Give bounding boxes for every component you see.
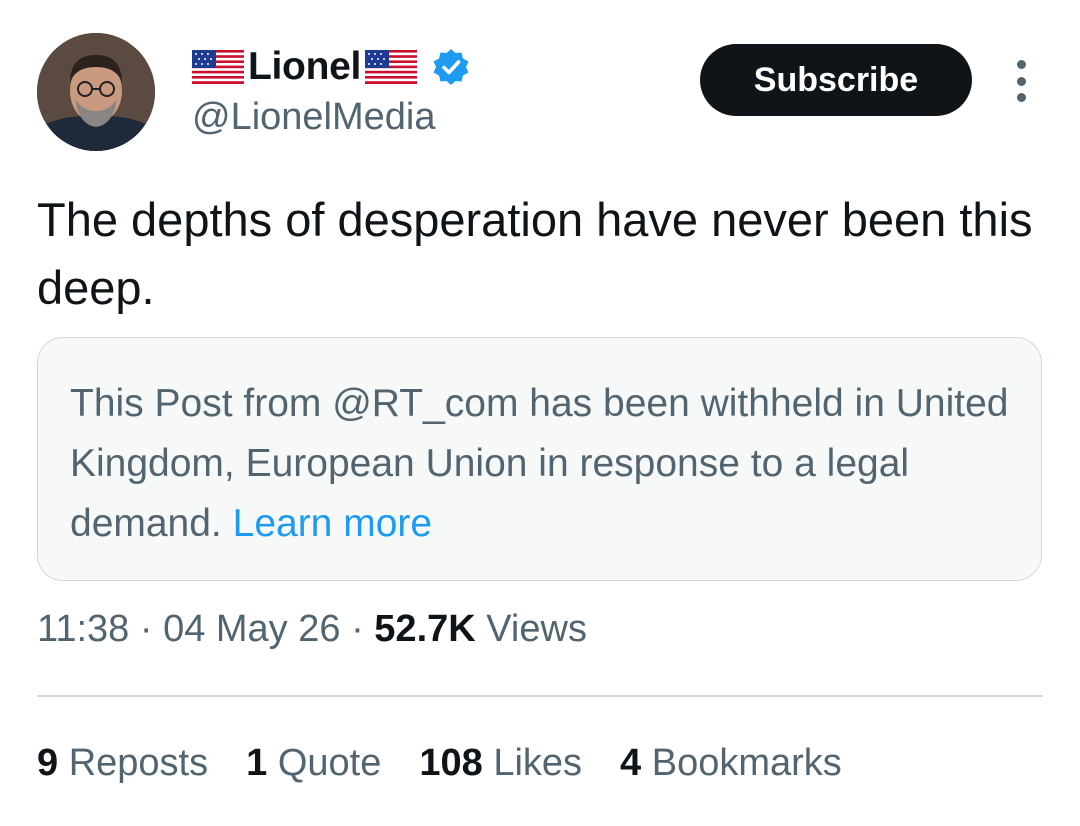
engagement-stats: 9 Reposts 1 Quote 108 Likes 4 Bookmarks xyxy=(37,742,842,785)
quote-stat[interactable]: 1 Quote xyxy=(246,742,381,785)
tweet-text: The depths of desperation have never bee… xyxy=(37,193,1033,314)
verified-badge-icon[interactable] xyxy=(431,47,471,87)
bookmarks-count: 4 xyxy=(620,742,642,784)
meta-separator: · xyxy=(139,608,153,650)
reposts-count: 9 xyxy=(37,742,59,784)
withheld-notice: This Post from @RT_com has been withheld… xyxy=(70,374,1009,554)
learn-more-link[interactable]: Learn more xyxy=(233,502,432,545)
tweet-time[interactable]: 11:38 xyxy=(37,608,129,650)
views-count: 52.7K xyxy=(374,608,476,650)
bookmarks-stat[interactable]: 4 Bookmarks xyxy=(620,742,842,785)
meta-separator: · xyxy=(351,608,364,650)
divider xyxy=(37,695,1043,697)
subscribe-button[interactable]: Subscribe xyxy=(700,44,972,116)
author-handle[interactable]: @LionelMedia xyxy=(192,96,436,139)
quote-count: 1 xyxy=(246,742,268,784)
more-dot xyxy=(1016,93,1026,102)
author-display-name[interactable]: Lionel xyxy=(248,45,361,89)
withheld-notice-card: This Post from @RT_com has been withheld… xyxy=(37,337,1042,581)
tweet-meta: 11:38 · 04 May 26 · 52.7K Views xyxy=(37,608,587,651)
tweet-date[interactable]: 04 May 26 xyxy=(163,608,340,650)
more-dot xyxy=(1016,60,1026,69)
quote-label: Quote xyxy=(277,742,382,784)
reposts-stat[interactable]: 9 Reposts xyxy=(37,742,208,785)
withheld-notice-text: This Post from @RT_com has been withheld… xyxy=(70,382,1009,545)
more-vertical-icon[interactable] xyxy=(1008,60,1034,102)
us-flag-icon xyxy=(192,50,244,84)
likes-label: Likes xyxy=(493,742,583,784)
views-label: Views xyxy=(486,608,587,650)
author-name-row[interactable]: Lionel xyxy=(192,42,471,92)
reposts-label: Reposts xyxy=(68,742,209,784)
us-flag-icon xyxy=(365,50,418,84)
likes-count: 108 xyxy=(419,742,483,784)
author-avatar[interactable] xyxy=(37,33,155,151)
likes-stat[interactable]: 108 Likes xyxy=(419,742,582,785)
bookmarks-label: Bookmarks xyxy=(651,742,842,784)
more-dot xyxy=(1016,76,1026,86)
